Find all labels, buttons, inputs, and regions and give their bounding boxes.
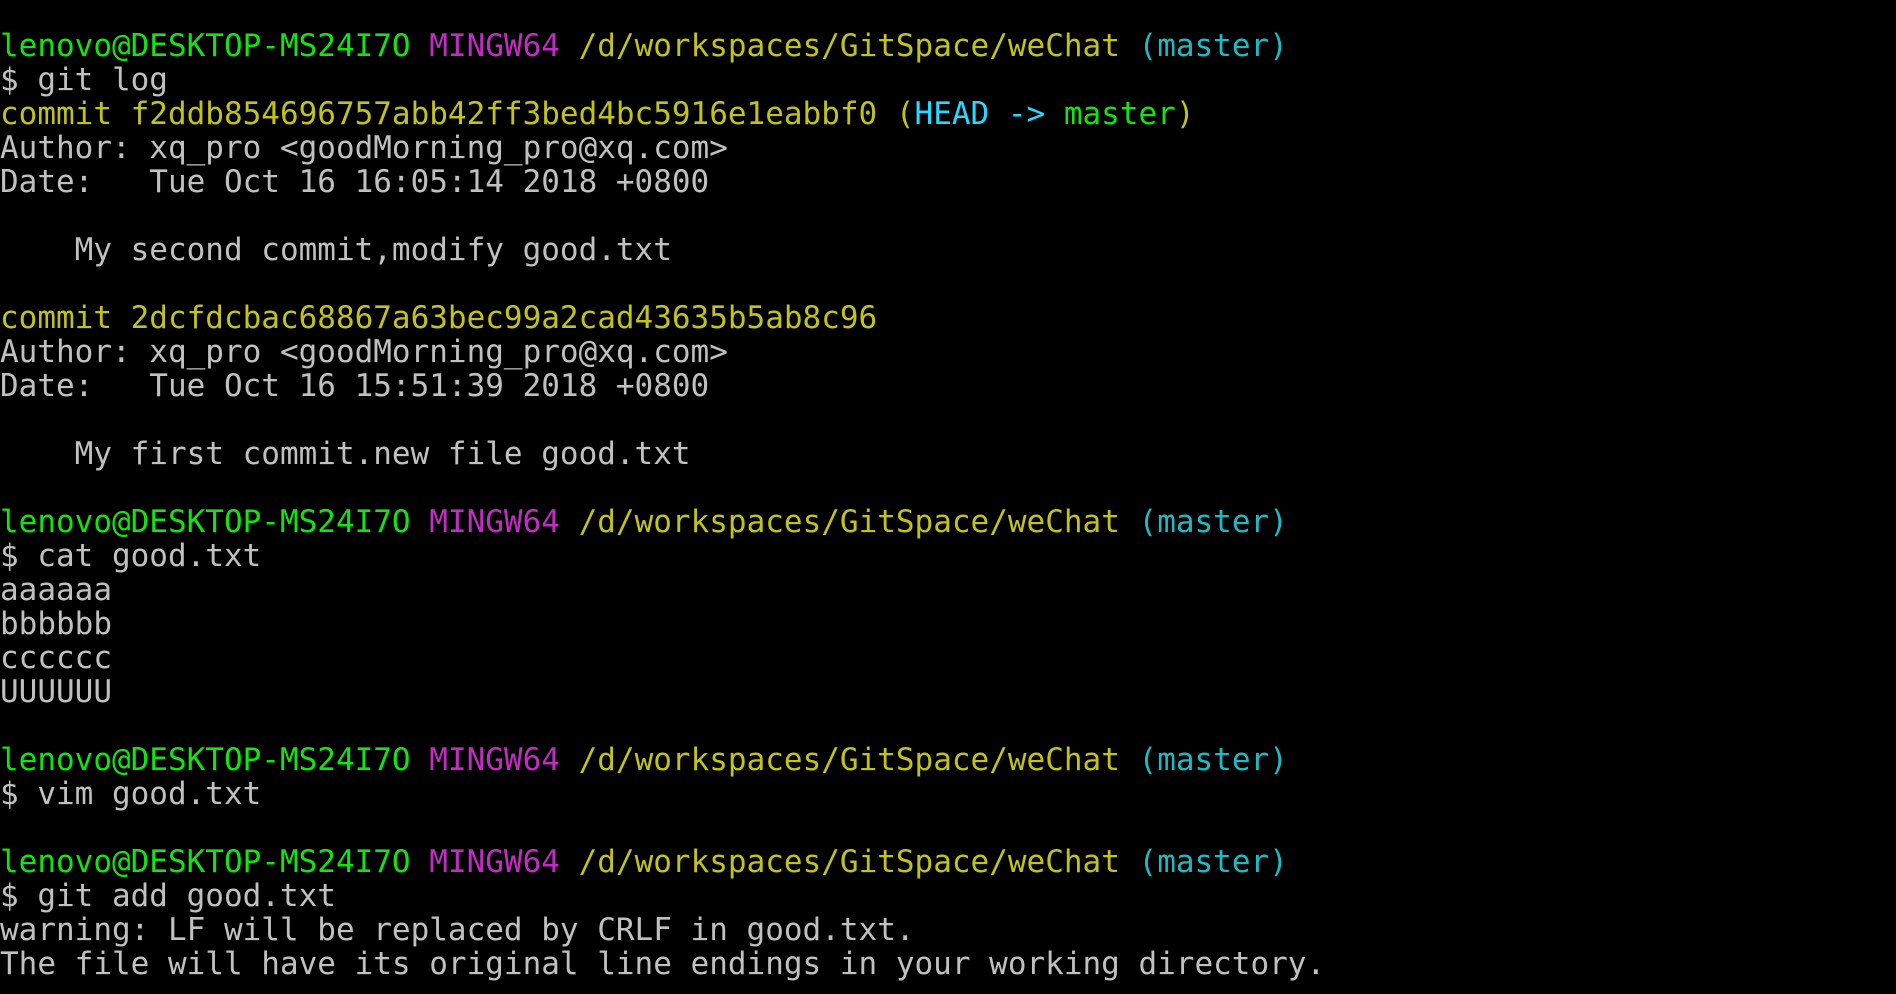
output-text: warning: LF will be replaced by CRLF in … (0, 912, 915, 948)
output-text: Author: xq_pro <goodMorning_pro@xq.com> (0, 130, 728, 166)
prompt-branch: (master) (1138, 28, 1288, 64)
prompt-line: lenovo@DESKTOP-MS24I7O MINGW64 /d/worksp… (0, 29, 1896, 63)
prompt-line: lenovo@DESKTOP-MS24I7O MINGW64 /d/worksp… (0, 505, 1896, 539)
terminal-output[interactable]: lenovo@DESKTOP-MS24I7O MINGW64 /d/worksp… (0, 29, 1896, 981)
prompt-user-host: lenovo@DESKTOP-MS24I7O (0, 742, 411, 778)
prompt-branch: (master) (1138, 742, 1288, 778)
prompt-line: lenovo@DESKTOP-MS24I7O MINGW64 /d/worksp… (0, 845, 1896, 879)
head-ref: HEAD -> (914, 96, 1046, 132)
prompt-path: /d/workspaces/GitSpace/weChat (578, 28, 1120, 64)
prompt-path: /d/workspaces/GitSpace/weChat (578, 742, 1120, 778)
output-line: The file will have its original line end… (0, 947, 1896, 981)
prompt-user-host: lenovo@DESKTOP-MS24I7O (0, 28, 411, 64)
command-line: $ git add good.txt (0, 879, 1896, 913)
output-text: My second commit,modify good.txt (0, 232, 672, 268)
output-line: Date: Tue Oct 16 15:51:39 2018 +0800 (0, 369, 1896, 403)
commit-ref-close: ) (1175, 96, 1195, 132)
command-text: $ git log (0, 62, 168, 98)
output-line: bbbbbb (0, 607, 1896, 641)
prompt-path: /d/workspaces/GitSpace/weChat (578, 844, 1120, 880)
prompt-system: MINGW64 (429, 844, 560, 880)
prompt-system: MINGW64 (429, 504, 560, 540)
output-text: cccccc (0, 640, 112, 676)
output-line: Date: Tue Oct 16 16:05:14 2018 +0800 (0, 165, 1896, 199)
output-line: My first commit.new file good.txt (0, 437, 1896, 471)
output-text: bbbbbb (0, 606, 112, 642)
output-text: UUUUUU (0, 674, 112, 710)
command-line: $ cat good.txt (0, 539, 1896, 573)
prompt-line: lenovo@DESKTOP-MS24I7O MINGW64 /d/worksp… (0, 743, 1896, 777)
output-text: aaaaaa (0, 572, 112, 608)
output-line: Author: xq_pro <goodMorning_pro@xq.com> (0, 335, 1896, 369)
output-text: Author: xq_pro <goodMorning_pro@xq.com> (0, 334, 728, 370)
output-text: Date: Tue Oct 16 15:51:39 2018 +0800 (0, 368, 710, 404)
prompt-branch: (master) (1138, 504, 1288, 540)
prompt-system: MINGW64 (429, 742, 560, 778)
output-line: aaaaaa (0, 573, 1896, 607)
output-line: Author: xq_pro <goodMorning_pro@xq.com> (0, 131, 1896, 165)
command-text: $ vim good.txt (0, 776, 262, 812)
commit-line: commit f2ddb854696757abb42ff3bed4bc5916e… (0, 97, 1896, 131)
command-text: $ git add good.txt (0, 878, 336, 914)
output-line: UUUUUU (0, 675, 1896, 709)
master-ref: master (1045, 96, 1176, 132)
commit-hash: commit 2dcfdcbac68867a63bec99a2cad43635b… (0, 300, 878, 336)
output-line: My second commit,modify good.txt (0, 233, 1896, 267)
output-text: The file will have its original line end… (0, 946, 1326, 982)
output-text: Date: Tue Oct 16 16:05:14 2018 +0800 (0, 164, 710, 200)
command-line: $ git log (0, 63, 1896, 97)
prompt-branch: (master) (1138, 844, 1288, 880)
prompt-user-host: lenovo@DESKTOP-MS24I7O (0, 504, 411, 540)
command-text: $ cat good.txt (0, 538, 262, 574)
commit-ref-open: ( (877, 96, 915, 132)
commit-hash: commit f2ddb854696757abb42ff3bed4bc5916e… (0, 96, 878, 132)
output-line: cccccc (0, 641, 1896, 675)
prompt-path: /d/workspaces/GitSpace/weChat (578, 504, 1120, 540)
prompt-system: MINGW64 (429, 28, 560, 64)
command-line: $ vim good.txt (0, 777, 1896, 811)
commit-line: commit 2dcfdcbac68867a63bec99a2cad43635b… (0, 301, 1896, 335)
output-text: My first commit.new file good.txt (0, 436, 691, 472)
output-line: warning: LF will be replaced by CRLF in … (0, 913, 1896, 947)
prompt-user-host: lenovo@DESKTOP-MS24I7O (0, 844, 411, 880)
